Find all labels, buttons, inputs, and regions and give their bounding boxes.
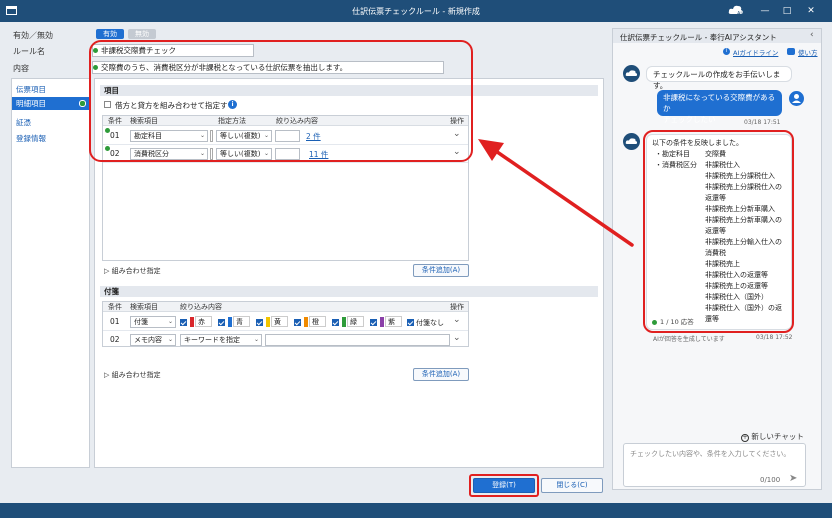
ai-generating-note: AIが回答を生成しています [653, 336, 725, 343]
header-ops: 操作 [450, 303, 464, 311]
highlight-box-form [89, 40, 473, 162]
chat-input[interactable]: チェックしたい内容や、条件を入力してください。 0/100 ➤ [623, 443, 806, 487]
title-bar: 仕訳伝票チェックルール - 新規作成 Ai — □ ✕ [0, 0, 832, 22]
combine-spec-expander[interactable]: ▷ 組み合わせ指定 [104, 266, 161, 276]
svg-text:Ai: Ai [737, 11, 742, 16]
sidebar-item-registration[interactable]: 登録情報 [16, 133, 46, 144]
sidebar-item-slip[interactable]: 伝票項目 [16, 84, 46, 95]
status-bar [0, 503, 832, 518]
tag-color-label: 赤 [195, 316, 212, 327]
row-expand-icon[interactable]: ⌄ [453, 315, 461, 325]
char-counter: 0/100 [760, 476, 781, 484]
tag-color-checkbox[interactable] [218, 319, 225, 326]
user-message-time: 03/18 17:51 [744, 119, 781, 126]
add-condition-button[interactable]: 条件追加(A) [413, 264, 469, 277]
tag-color-swatch [228, 317, 232, 327]
guideline-link[interactable]: AIガイドライン [733, 47, 778, 57]
check-icon [79, 100, 86, 107]
search-item-select[interactable]: 付箋 ⌄ [130, 316, 176, 328]
tag-color-swatch [304, 317, 308, 327]
user-avatar [789, 91, 804, 106]
collapse-icon[interactable]: ‹ [810, 30, 814, 40]
tag-color-swatch [190, 317, 194, 327]
maximize-icon[interactable]: □ [780, 4, 794, 18]
send-icon[interactable]: ➤ [789, 473, 797, 484]
tag-color-label: 黄 [271, 316, 288, 327]
howto-link[interactable]: 使い方 [798, 47, 818, 57]
chat-input-placeholder: チェックしたい内容や、条件を入力してください。 [630, 450, 791, 458]
tag-color-swatch [266, 317, 270, 327]
tag-none-label: 付箋なし [416, 319, 444, 327]
header-item: 検索項目 [130, 303, 158, 311]
toggle-on[interactable]: 有効 [96, 29, 124, 39]
rule-name-label: ルール名 [13, 47, 45, 56]
tag-color-label: 緑 [347, 316, 364, 327]
close-icon[interactable]: ✕ [804, 4, 818, 18]
row-expand-icon[interactable]: ⌄ [453, 333, 461, 343]
tag-combine-spec-expander[interactable]: ▷ 組み合わせ指定 [104, 370, 161, 380]
toggle-off[interactable]: 無効 [128, 29, 156, 39]
howto-icon[interactable] [787, 48, 795, 55]
highlight-box-register [469, 474, 539, 497]
tag-table: 条件 検索項目 絞り込み内容 操作 01 付箋 ⌄ 赤 青 黄 橙 緑 紫 付箋なし ⌄ 0… [102, 301, 469, 347]
minimize-icon[interactable]: — [758, 4, 772, 18]
annotation-arrow [478, 139, 634, 247]
header-filter: 絞り込み内容 [180, 303, 222, 311]
user-message: 非課税になっている交際費があるか チェックしたい [657, 90, 782, 124]
sidebar: 伝票項目 明細項目 証憑 登録情報 [11, 78, 90, 468]
method-select[interactable]: キーワードを指定 ⌄ [180, 334, 262, 346]
cloud-logo-icon: Ai [728, 4, 744, 17]
tag-color-label: 青 [233, 316, 250, 327]
tag-color-label: 橙 [309, 316, 326, 327]
window-title: 仕訳伝票チェックルール - 新規作成 [352, 7, 480, 16]
header-cond: 条件 [108, 303, 122, 311]
tag-color-checkbox[interactable] [370, 319, 377, 326]
highlight-box-ai-reply [643, 130, 794, 333]
new-chat-button[interactable]: + 新しいチャット [741, 431, 804, 442]
tag-add-condition-button[interactable]: 条件追加(A) [413, 368, 469, 381]
add-icon: + [741, 434, 749, 442]
tag-color-checkbox[interactable] [332, 319, 339, 326]
search-item-select[interactable]: メモ内容 ⌄ [130, 334, 176, 346]
content-label: 内容 [13, 64, 29, 73]
tag-color-checkbox[interactable] [294, 319, 301, 326]
table-row: 02 メモ内容 ⌄ キーワードを指定 ⌄ ⌄ [103, 331, 468, 347]
bot-avatar [623, 65, 640, 82]
bot-message: チェックルールの作成をお手伝いします。 [646, 66, 792, 90]
tag-color-swatch [380, 317, 384, 327]
assistant-title: 仕訳伝票チェックルール - 奉行AIアシスタント [620, 33, 777, 42]
guideline-icon[interactable]: i [723, 48, 730, 55]
tag-none-checkbox[interactable] [407, 319, 414, 326]
tag-color-swatch [342, 317, 346, 327]
row-number: 02 [110, 335, 120, 344]
tag-color-checkbox[interactable] [180, 319, 187, 326]
sidebar-item-evidence[interactable]: 証憑 [16, 117, 31, 128]
reply-time: 03/18 17:52 [756, 334, 793, 341]
row-number: 01 [110, 317, 120, 326]
tag-color-checkbox[interactable] [256, 319, 263, 326]
tag-section-title: 付箋 [100, 286, 598, 297]
sidebar-item-detail[interactable]: 明細項目 [12, 97, 89, 110]
close-button[interactable]: 閉じる(C) [541, 478, 603, 493]
table-row: 01 付箋 ⌄ 赤 青 黄 橙 緑 紫 付箋なし ⌄ [103, 313, 468, 331]
tag-color-label: 紫 [385, 316, 402, 327]
toggle-label: 有効／無効 [13, 31, 53, 40]
keyword-input[interactable] [265, 334, 450, 346]
